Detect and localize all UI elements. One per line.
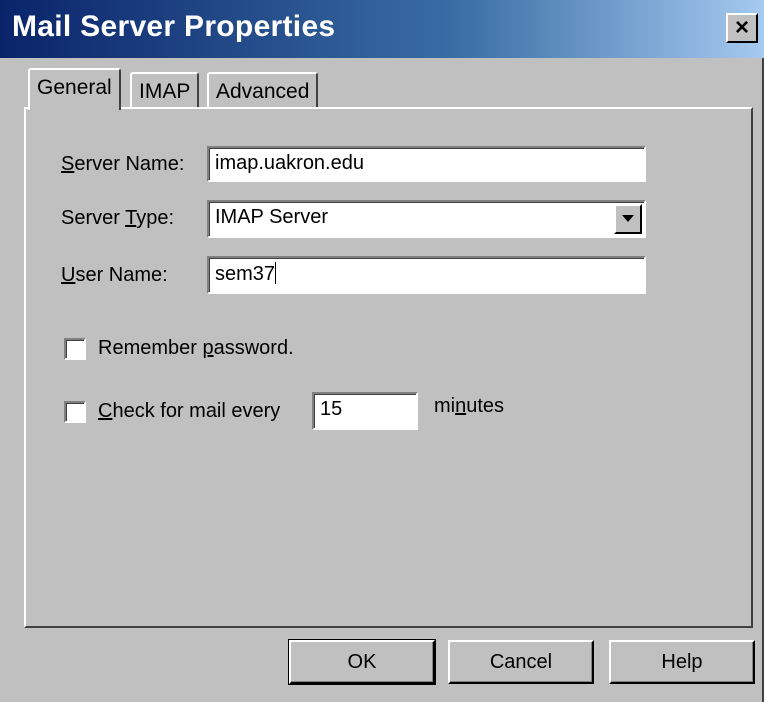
cancel-button[interactable]: Cancel [448,640,594,684]
help-button[interactable]: Help [609,640,755,684]
user-name-field[interactable]: sem37 [207,256,646,294]
close-icon: × [734,14,749,41]
check-mail-interval-field[interactable]: 15 [312,392,418,430]
chevron-down-icon [622,215,634,222]
check-mail-label[interactable]: Check for mail every [98,400,280,423]
ok-button[interactable]: OK [288,639,436,685]
server-type-select[interactable]: IMAP Server [207,200,646,238]
title-bar: Mail Server Properties × [0,0,764,58]
remember-password-label[interactable]: Remember password. [98,337,294,360]
minutes-label: minutes [434,395,505,417]
tab-advanced[interactable]: Advanced [207,72,319,107]
tab-panel-general: Server Name: imap.uakron.edu Server Type… [24,107,753,628]
user-name-label: User Name: [61,264,168,286]
dialog-window: Mail Server Properties × General IMAP Ad… [0,0,764,702]
server-type-dropdown-button[interactable] [614,204,642,234]
check-mail-checkbox[interactable] [64,401,86,423]
remember-password-checkbox[interactable] [64,338,86,360]
tab-general[interactable]: General [28,68,121,110]
server-type-label: Server Type: [61,207,175,229]
server-name-field[interactable]: imap.uakron.edu [207,146,646,182]
close-button[interactable]: × [726,13,758,43]
text-caret [275,262,277,284]
server-name-label: Server Name: [61,153,185,175]
window-title: Mail Server Properties [12,10,336,43]
tab-imap[interactable]: IMAP [130,72,200,107]
